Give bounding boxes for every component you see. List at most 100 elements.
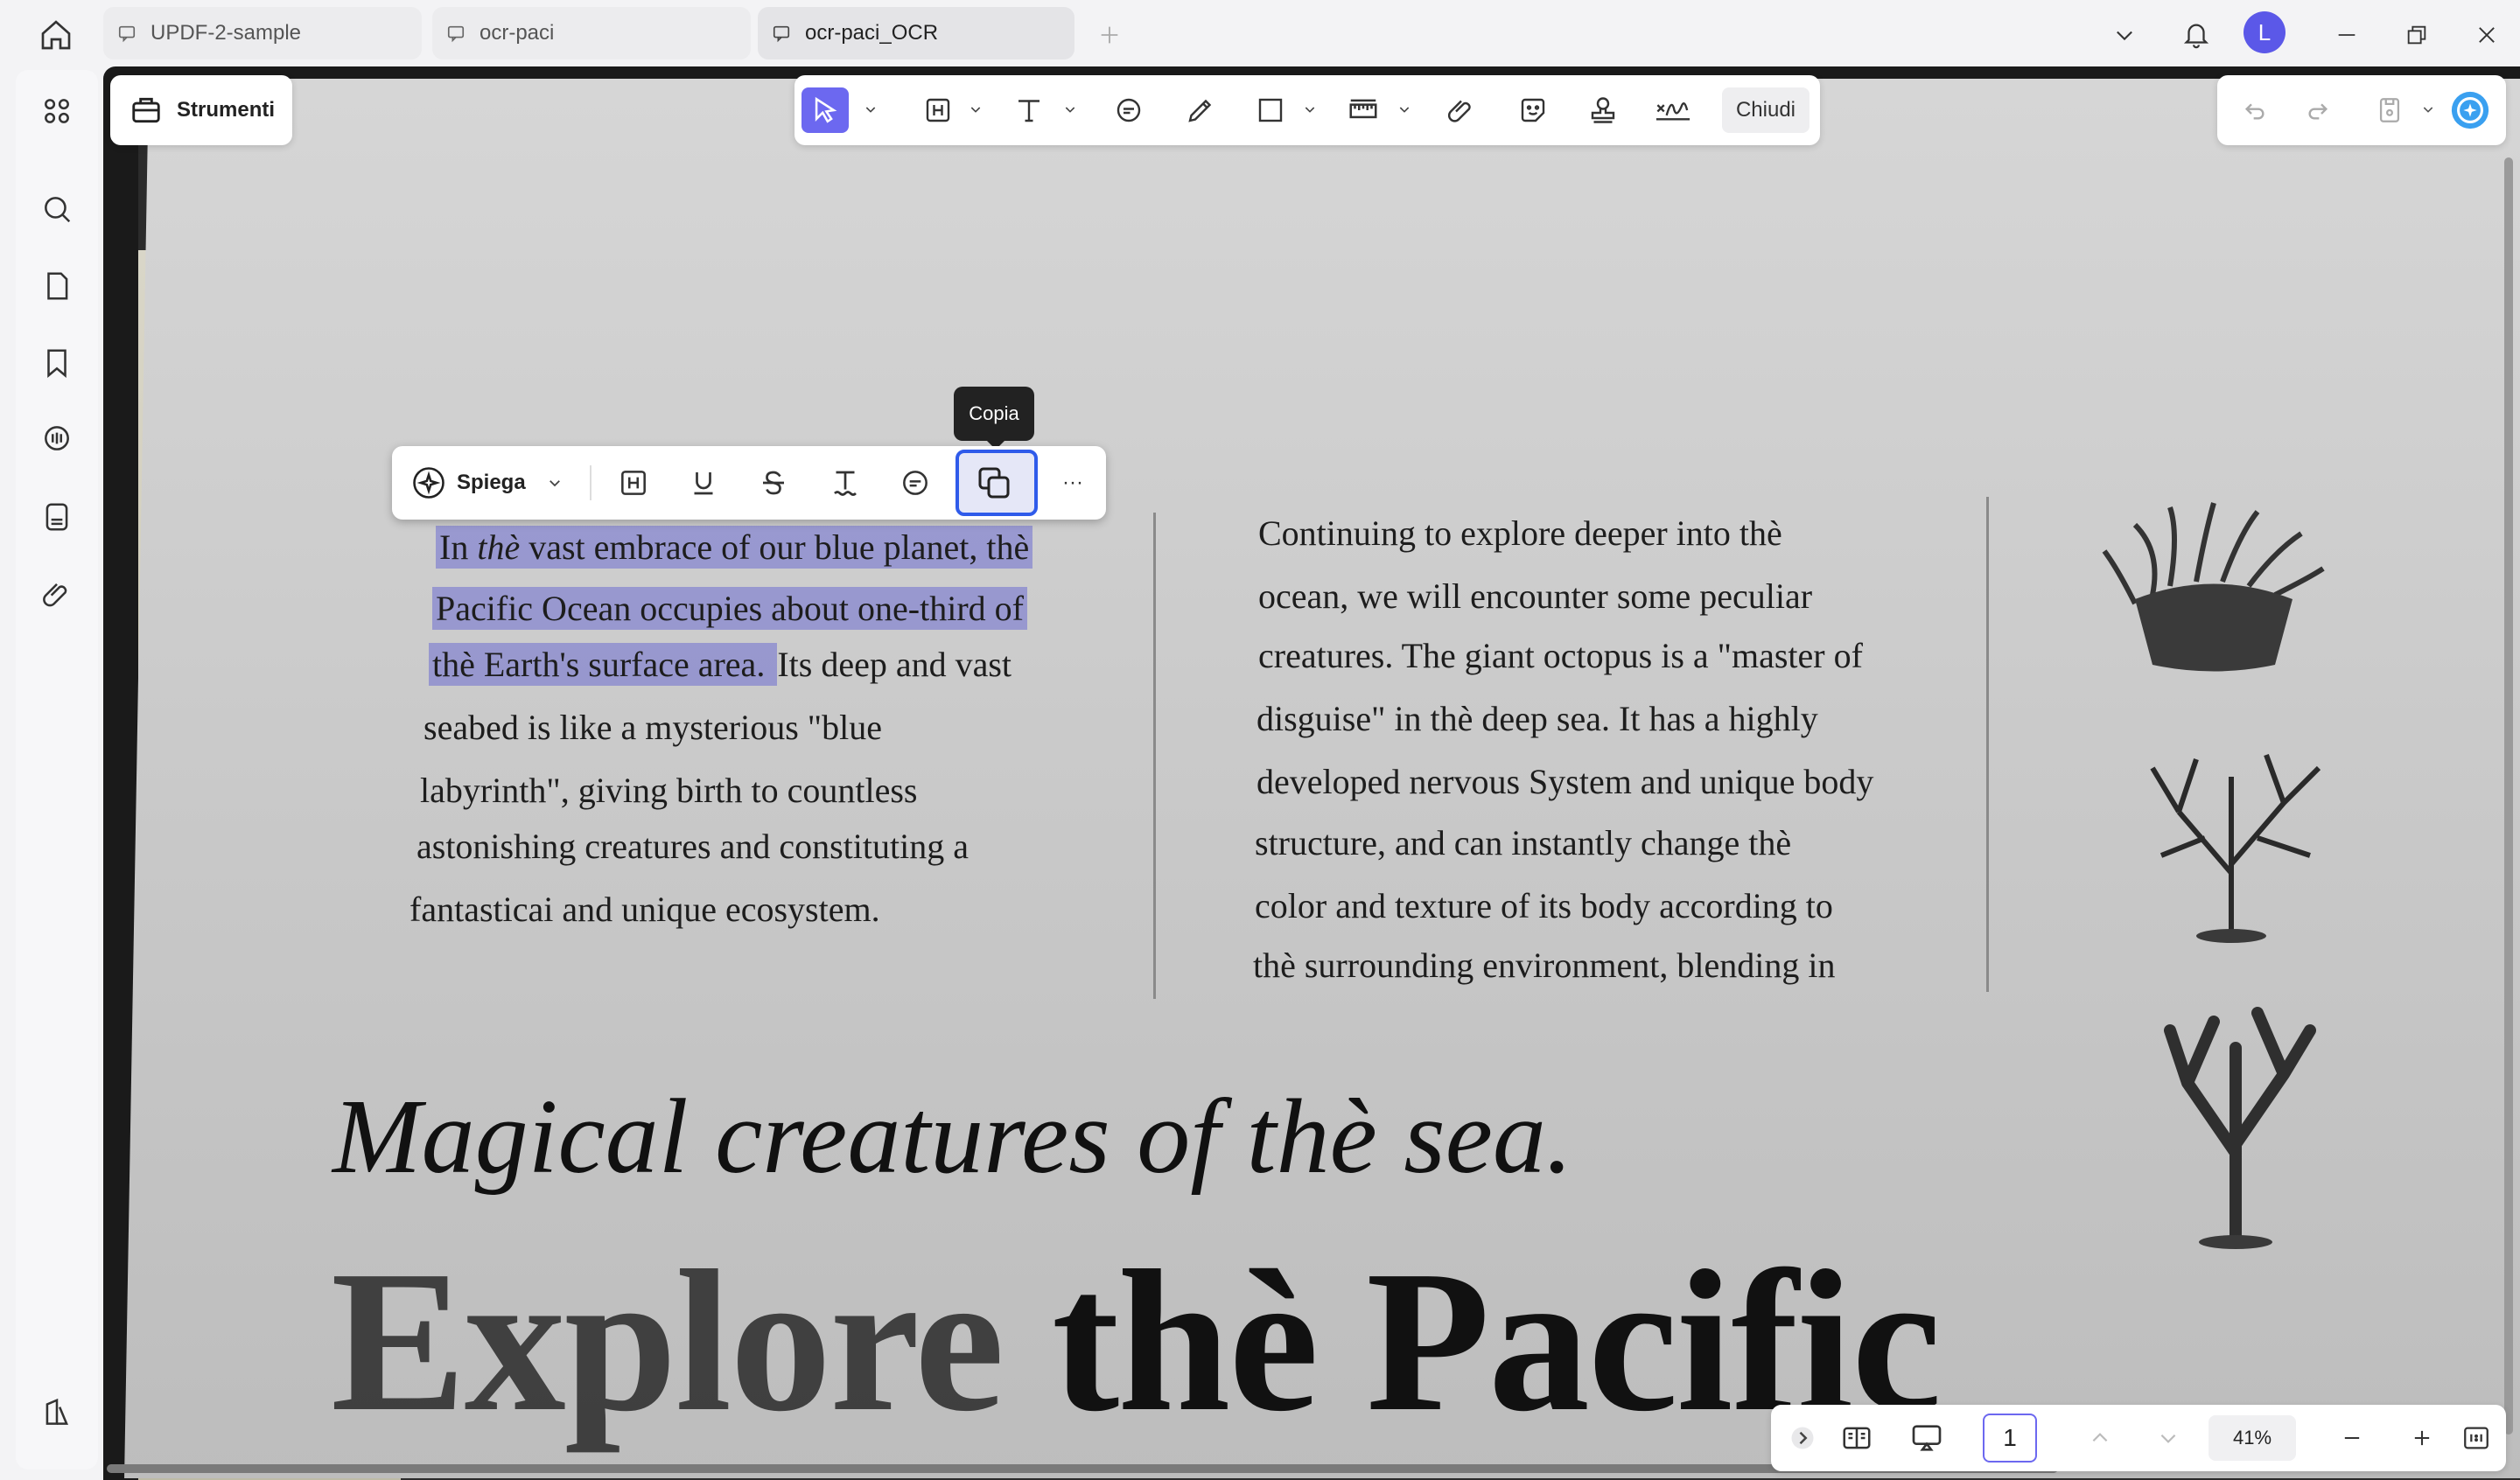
chevron-down-icon[interactable] [968, 101, 984, 117]
column-divider [1986, 497, 1989, 992]
highlight-icon[interactable] [611, 460, 656, 506]
more-options-button[interactable]: ··· [1050, 460, 1096, 506]
signature-icon[interactable] [1647, 87, 1699, 133]
squiggly-text-icon[interactable] [822, 460, 868, 506]
sticker-icon[interactable] [1510, 87, 1556, 133]
tab-ocr-paci[interactable]: ocr-paci [432, 7, 751, 59]
comment-tool-icon[interactable] [1106, 87, 1152, 133]
undo-icon[interactable] [2233, 87, 2277, 133]
actual-size-icon[interactable] [2455, 1417, 2497, 1459]
tab-ocr-paci-ocr[interactable]: ocr-paci_OCR [758, 7, 1074, 59]
attachment-list-icon[interactable] [35, 495, 79, 539]
zoom-out-icon[interactable] [2331, 1417, 2373, 1459]
text-tool-icon[interactable] [1006, 87, 1052, 133]
col1-line-4[interactable]: seabed is like a mysterious "blue [424, 696, 882, 759]
tab-label: ocr-paci [480, 21, 555, 45]
close-icon[interactable] [2469, 17, 2504, 52]
search-icon[interactable] [35, 187, 79, 231]
chevron-down-icon[interactable] [1062, 101, 1078, 117]
page-thumbnail-icon[interactable] [35, 264, 79, 308]
tab-updf-2-sample[interactable]: UPDF-2-sample [103, 7, 422, 59]
text-run: Its deep and vast [777, 645, 1012, 684]
heading-italic[interactable]: Magical creatures of thè sea. [332, 1076, 1572, 1198]
pencil-tool-icon[interactable] [1178, 87, 1223, 133]
col1-line-2[interactable]: Pacific Ocean occupies about one-third o… [432, 577, 1027, 640]
col2-line-8[interactable]: thè surrounding environment, blending in [1253, 934, 1835, 997]
comment-icon [117, 21, 142, 45]
redo-icon[interactable] [2296, 87, 2340, 133]
avatar[interactable]: L [2244, 11, 2286, 53]
chevron-right-icon[interactable] [1782, 1417, 1824, 1459]
tab-label: UPDF-2-sample [150, 21, 302, 45]
comments-panel-icon[interactable] [35, 416, 79, 460]
theme-icon[interactable] [35, 1391, 79, 1435]
chevron-up-icon[interactable] [2079, 1417, 2121, 1459]
measure-tool-icon[interactable] [1340, 87, 1386, 133]
col2-line-7[interactable]: color and texture of its body according … [1255, 875, 1833, 938]
ai-assistant-icon[interactable] [2448, 87, 2492, 133]
chevron-down-icon[interactable] [2420, 101, 2436, 117]
col2-line-3[interactable]: creatures. The giant octopus is a "maste… [1258, 625, 1863, 688]
page-navigation-bar: 1 41% [1771, 1405, 2506, 1471]
page-number-input[interactable]: 1 [1983, 1414, 2037, 1463]
minimize-icon[interactable] [2329, 17, 2364, 52]
presentation-icon[interactable] [1906, 1417, 1948, 1459]
col2-line-4[interactable]: disguise" in thè deep sea. It has a high… [1256, 688, 1818, 750]
toolbox-icon [130, 93, 164, 128]
underline-icon[interactable] [681, 460, 726, 506]
paperclip-icon[interactable] [35, 572, 79, 616]
select-tool-icon[interactable] [802, 87, 849, 133]
chevron-down-icon[interactable] [547, 475, 563, 491]
comment-icon[interactable] [892, 460, 938, 506]
col2-line-5[interactable]: developed nervous System and unique body [1256, 750, 1873, 813]
zoom-in-icon[interactable] [2401, 1417, 2443, 1459]
chevron-down-icon[interactable] [1396, 101, 1412, 117]
rectangle-tool-icon[interactable] [1248, 87, 1293, 133]
copy-tooltip: Copia [954, 387, 1034, 450]
text-run: Explore [331, 1229, 1052, 1454]
grid-icon[interactable] [35, 89, 79, 133]
col1-line-5[interactable]: labyrinth", giving birth to countless [420, 759, 918, 822]
coral-branch-illustration [2135, 995, 2336, 1249]
bell-icon[interactable] [2179, 17, 2214, 52]
col2-line-6[interactable]: structure, and can instantly change thè [1255, 812, 1791, 875]
left-sidebar [16, 70, 98, 1470]
close-tools-button[interactable]: Chiudi [1722, 87, 1810, 133]
comment-icon [446, 21, 471, 45]
col1-line-1[interactable]: In thè vast embrace of our blue planet, … [436, 516, 1033, 579]
vertical-scrollbar[interactable] [2504, 157, 2513, 1435]
zoom-level[interactable]: 41% [2208, 1415, 2296, 1461]
stamp-icon[interactable] [1580, 87, 1626, 133]
tools-button[interactable]: Strumenti [110, 75, 292, 145]
column-divider [1153, 513, 1156, 999]
col2-line-2[interactable]: ocean, we will encounter some peculiar [1258, 565, 1812, 628]
col2-line-1[interactable]: Continuing to explore deeper into thè [1258, 502, 1782, 565]
explain-label: Spiega [457, 471, 526, 494]
save-icon[interactable] [2368, 87, 2412, 133]
highlight-tool-icon[interactable] [915, 87, 961, 133]
new-tab-button[interactable] [1094, 19, 1125, 51]
text-run: thè Earth's surface area. [429, 643, 778, 686]
col1-line-6[interactable]: astonishing creatures and constituting a [416, 815, 969, 878]
paperclip-icon[interactable] [1438, 87, 1484, 133]
explain-button[interactable]: Spiega [410, 460, 563, 506]
col1-line-3[interactable]: thè Earth's surface area. Its deep and v… [429, 633, 1012, 696]
coral-tree-illustration [2118, 742, 2345, 943]
copy-icon [973, 462, 1015, 504]
horizontal-scrollbar[interactable] [107, 1464, 2058, 1473]
col1-line-7[interactable]: fantasticai and unique ecosystem. [410, 878, 880, 941]
chevron-down-icon[interactable] [2147, 1417, 2189, 1459]
copy-button[interactable] [956, 450, 1038, 516]
restore-icon[interactable] [2399, 17, 2434, 52]
strikethrough-icon[interactable] [751, 460, 796, 506]
ai-explain-icon [410, 464, 448, 502]
page-layout-icon[interactable] [1836, 1417, 1878, 1459]
chevron-down-icon[interactable] [863, 101, 878, 117]
bookmark-icon[interactable] [35, 341, 79, 385]
chevron-down-icon[interactable] [2107, 17, 2142, 52]
selection-toolbar: Spiega ··· [392, 446, 1106, 520]
heading-main[interactable]: Explore thè Pacific [331, 1225, 1942, 1458]
home-icon[interactable] [35, 14, 77, 56]
chevron-down-icon[interactable] [1302, 101, 1318, 117]
annotation-toolbar: Chiudi [794, 75, 1820, 145]
